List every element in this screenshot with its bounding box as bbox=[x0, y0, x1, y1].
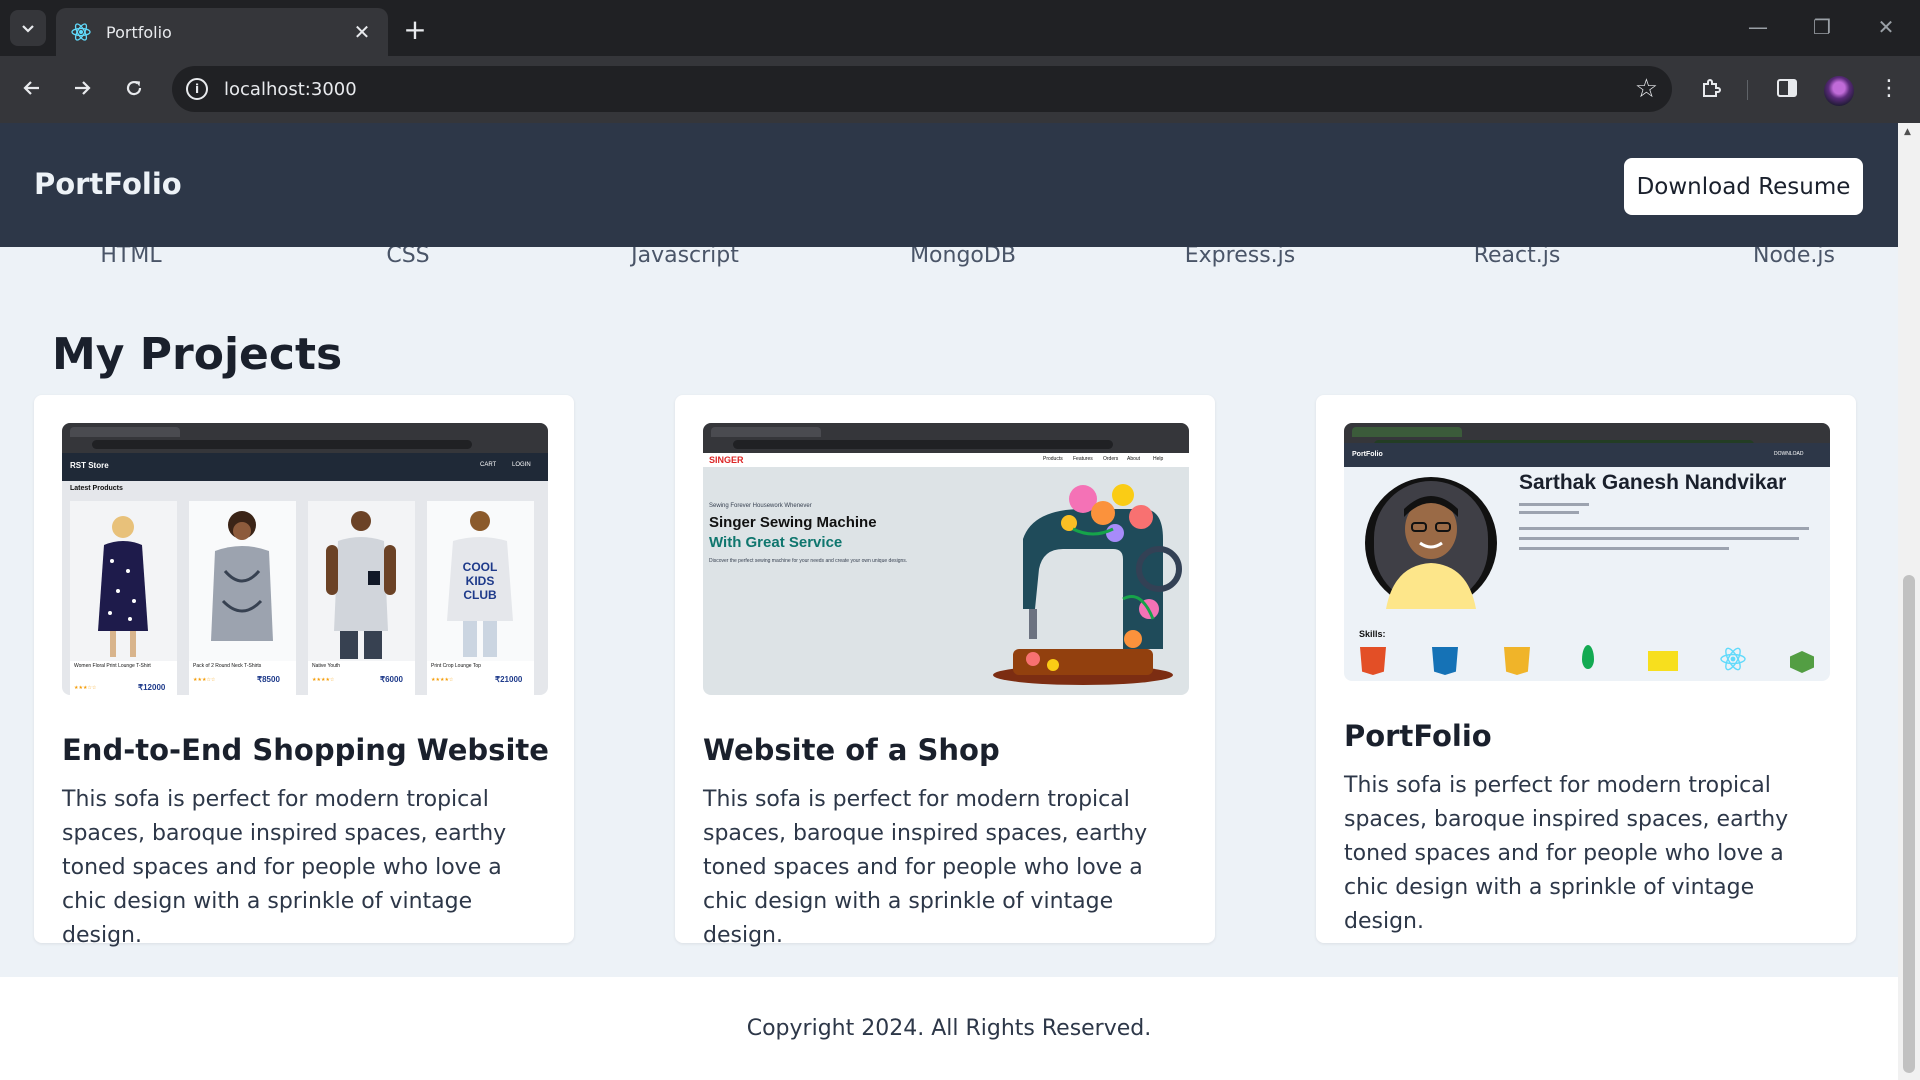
download-resume-button[interactable]: Download Resume bbox=[1624, 158, 1863, 215]
mini-product-price: ₹8500 bbox=[257, 675, 280, 684]
scroll-up-arrow-icon[interactable]: ▲ bbox=[1904, 127, 1911, 137]
nodejs-icon bbox=[1790, 651, 1814, 673]
mini-portfolio-header: PortFolio DOWNLOAD bbox=[1344, 443, 1830, 467]
project-title: Website of a Shop bbox=[703, 733, 1000, 767]
project-title: End-to-End Shopping Website bbox=[62, 733, 549, 767]
projects-section-title: My Projects bbox=[52, 329, 343, 380]
javascript-shield-icon bbox=[1504, 647, 1530, 675]
site-logo[interactable]: PortFolio bbox=[34, 167, 182, 201]
star-icon[interactable]: ☆ bbox=[1635, 74, 1658, 104]
react-icon bbox=[70, 21, 92, 43]
mini-product-price: ₹6000 bbox=[380, 675, 403, 684]
mini-product-price: ₹21000 bbox=[495, 675, 523, 684]
copyright-text: Copyright 2024. All Rights Reserved. bbox=[746, 1016, 1152, 1041]
project-description: This sofa is perfect for modern tropical… bbox=[62, 787, 507, 948]
window-close-icon[interactable]: ✕ bbox=[1866, 12, 1906, 42]
scrollbar-thumb[interactable] bbox=[1903, 575, 1915, 1073]
site-footer: Copyright 2024. All Rights Reserved. bbox=[0, 977, 1898, 1080]
mongodb-icon bbox=[1582, 645, 1594, 669]
site-header: PortFolio Download Resume bbox=[0, 123, 1898, 247]
mini-nav-item: Features bbox=[1073, 456, 1093, 462]
restore-icon[interactable]: ❐ bbox=[1802, 12, 1842, 42]
mini-product-name: Native Youth bbox=[312, 663, 341, 669]
puzzle-icon[interactable] bbox=[1693, 70, 1729, 106]
mini-product-tile: Native Youth ★★★★☆ ₹6000 bbox=[308, 501, 415, 695]
mini-browser-chrome bbox=[62, 423, 548, 453]
project-card[interactable]: PortFolio DOWNLOAD Sarthak Ganesh Nandvi… bbox=[1316, 395, 1856, 943]
arrow-left-icon[interactable] bbox=[12, 68, 52, 108]
mini-nav-item: Products bbox=[1043, 456, 1063, 462]
page-scrollbar[interactable]: ▲ bbox=[1898, 123, 1920, 1080]
mini-rating-stars: ★★★☆☆ bbox=[193, 677, 216, 683]
mini-store-name: RST Store bbox=[70, 461, 109, 470]
info-icon[interactable]: i bbox=[186, 78, 208, 100]
mini-nav-item: About bbox=[1127, 456, 1141, 462]
project-screenshot: SINGER Products Features Orders About He… bbox=[703, 423, 1189, 695]
mini-headline: Singer Sewing Machine bbox=[709, 514, 877, 531]
project-description: This sofa is perfect for modern tropical… bbox=[1344, 773, 1789, 934]
address-bar[interactable]: i localhost:3000 ☆ bbox=[172, 66, 1672, 112]
mini-rating-stars: ★★★★☆ bbox=[312, 677, 335, 683]
chevron-down-icon bbox=[21, 19, 35, 38]
profile-avatar[interactable] bbox=[1824, 76, 1854, 106]
arrow-right-icon[interactable] bbox=[62, 68, 102, 108]
reload-icon[interactable] bbox=[114, 68, 154, 108]
mini-product-tile: Pack of 2 Round Neck T-Shirts ★★★☆☆ ₹850… bbox=[189, 501, 296, 695]
mini-product-price: ₹12000 bbox=[138, 683, 166, 692]
skills-row: HTML CSS Javascript MongoDB Express.js R… bbox=[0, 243, 1898, 271]
url-text[interactable]: localhost:3000 bbox=[224, 79, 1635, 100]
mini-products-heading: Latest Products bbox=[70, 485, 123, 492]
mini-store-nav: RST Store CART LOGIN bbox=[62, 453, 548, 481]
svg-text:COOL: COOL bbox=[463, 560, 498, 574]
browser-tab[interactable]: Portfolio ✕ bbox=[56, 8, 388, 56]
plus-icon[interactable]: + bbox=[398, 12, 432, 46]
mini-nav-item: Orders bbox=[1103, 456, 1119, 462]
tab-search-button[interactable] bbox=[10, 10, 46, 46]
project-screenshot: PortFolio DOWNLOAD Sarthak Ganesh Nandvi… bbox=[1344, 423, 1830, 681]
mini-login-label: LOGIN bbox=[512, 462, 531, 468]
project-card[interactable]: RST Store CART LOGIN Latest Products Wom… bbox=[34, 395, 574, 948]
mini-browser-chrome bbox=[703, 423, 1189, 453]
project-screenshot: RST Store CART LOGIN Latest Products Wom… bbox=[62, 423, 548, 695]
mini-product-name: Print Crop Lounge Top bbox=[431, 663, 481, 669]
mini-rating-stars: ★★★★☆ bbox=[431, 677, 454, 683]
browser-tab-bar: Portfolio ✕ + — ❐ ✕ bbox=[0, 0, 1920, 56]
tab-title: Portfolio bbox=[106, 22, 172, 42]
html5-icon bbox=[1360, 647, 1386, 675]
mini-download-label: DOWNLOAD bbox=[1774, 451, 1804, 457]
toolbar-divider bbox=[1747, 80, 1748, 100]
mini-blurb: Discover the perfect sewing machine for … bbox=[709, 558, 908, 564]
mini-product-name: Pack of 2 Round Neck T-Shirts bbox=[193, 663, 262, 669]
kebab-menu-icon[interactable]: ⋮ bbox=[1871, 70, 1907, 106]
mini-shop-nav: SINGER Products Features Orders About He… bbox=[703, 453, 1189, 467]
page-viewport: HTML CSS Javascript MongoDB Express.js R… bbox=[0, 123, 1898, 1080]
mini-profile-photo bbox=[1365, 477, 1497, 609]
svg-text:CLUB: CLUB bbox=[463, 588, 497, 602]
project-description: This sofa is perfect for modern tropical… bbox=[703, 787, 1148, 948]
express-icon bbox=[1648, 651, 1678, 671]
sewing-machine-illustration bbox=[993, 484, 1182, 685]
mini-product-name: Women Floral Print Lounge T-Shirt bbox=[74, 663, 151, 669]
mini-kicker: Sewing Forever Housework Whenever bbox=[709, 503, 812, 509]
close-icon[interactable]: ✕ bbox=[350, 20, 374, 44]
mini-rating-stars: ★★★☆☆ bbox=[74, 685, 97, 691]
mini-nav-item: Help bbox=[1153, 456, 1164, 462]
mini-product-tile: COOL KIDS CLUB Print Crop Lounge Top ★★★★☆… bbox=[427, 501, 534, 695]
project-title: PortFolio bbox=[1344, 719, 1492, 753]
project-card[interactable]: SINGER Products Features Orders About He… bbox=[675, 395, 1215, 948]
mini-portfolio-logo: PortFolio bbox=[1352, 451, 1383, 458]
minimize-icon[interactable]: — bbox=[1738, 12, 1778, 42]
mini-skills-label: Skills: bbox=[1359, 629, 1386, 639]
css3-icon bbox=[1432, 647, 1458, 675]
mini-subheadline: With Great Service bbox=[709, 534, 843, 551]
mini-cart-label: CART bbox=[480, 462, 497, 468]
mini-brand: SINGER bbox=[709, 455, 744, 465]
browser-toolbar: i localhost:3000 ☆ ⋮ bbox=[0, 56, 1920, 123]
svg-text:KIDS: KIDS bbox=[466, 574, 495, 588]
mini-profile-name: Sarthak Ganesh Nandvikar bbox=[1519, 471, 1787, 494]
react-logo-icon bbox=[1720, 647, 1746, 671]
mini-product-tile: Women Floral Print Lounge T-Shirt ★★★☆☆ … bbox=[70, 501, 177, 695]
side-panel-icon[interactable] bbox=[1769, 70, 1805, 106]
